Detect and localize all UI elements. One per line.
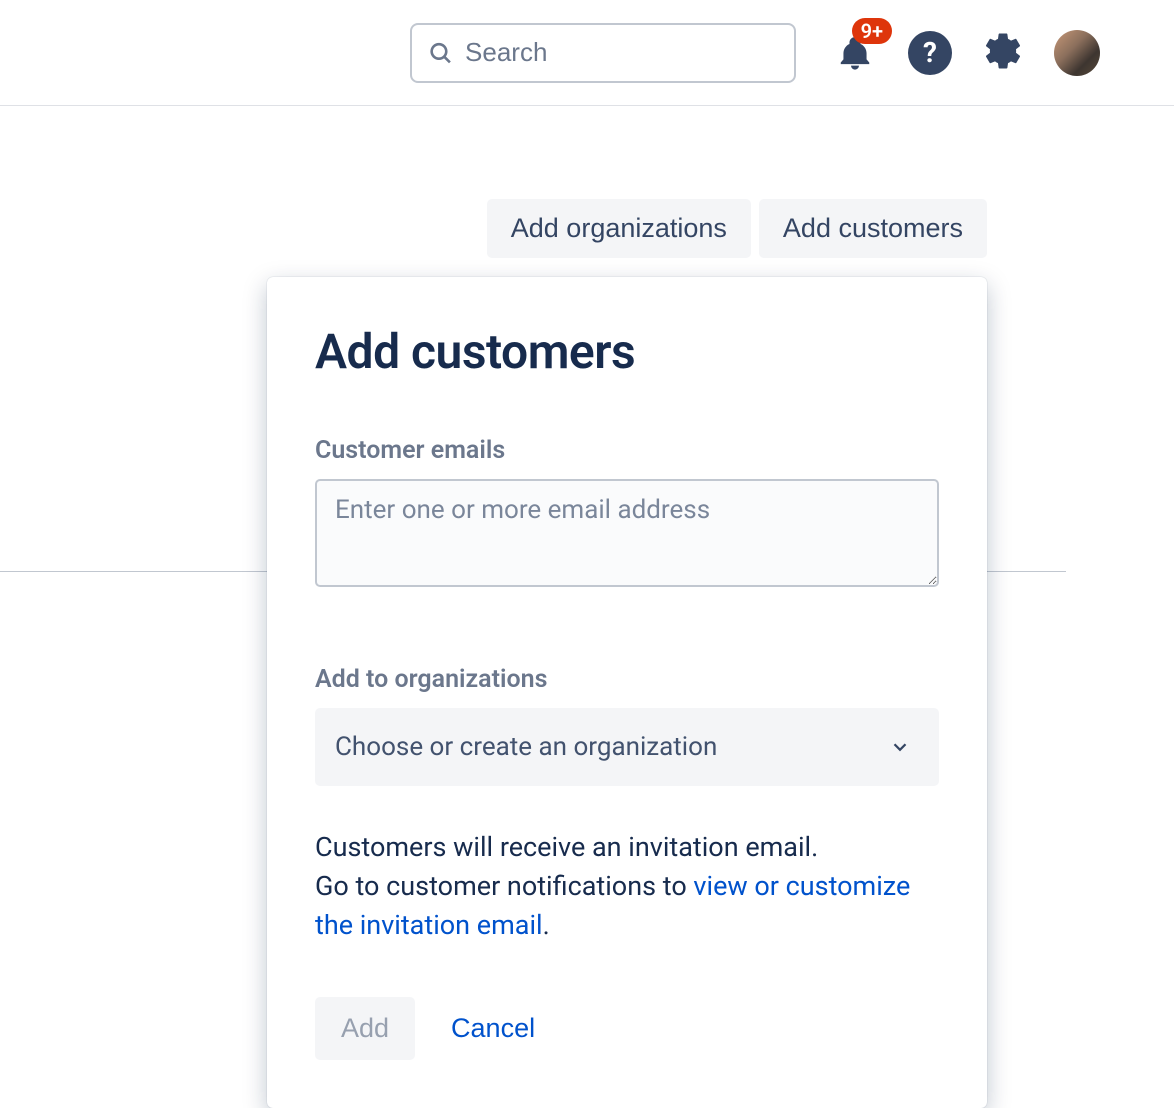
add-customers-button[interactable]: Add customers — [759, 199, 987, 258]
cancel-button[interactable]: Cancel — [451, 1013, 535, 1044]
question-mark-icon: ? — [923, 36, 937, 69]
info-text-suffix: . — [543, 909, 550, 941]
add-organizations-button[interactable]: Add organizations — [487, 199, 751, 258]
info-text-prefix: Go to customer notifications to — [315, 870, 693, 902]
action-button-row: Add organizations Add customers — [487, 199, 987, 258]
search-field-wrapper[interactable] — [410, 23, 796, 83]
info-text-line1: Customers will receive an invitation ema… — [315, 831, 818, 863]
notification-badge: 9+ — [852, 18, 892, 44]
notifications-button[interactable]: 9+ — [832, 30, 878, 76]
search-container — [410, 23, 796, 83]
info-text: Customers will receive an invitation ema… — [315, 828, 939, 945]
settings-button[interactable] — [982, 30, 1024, 76]
add-customers-dialog: Add customers Customer emails Add to org… — [267, 277, 987, 1108]
top-navigation-bar: 9+ ? — [0, 0, 1174, 106]
customer-emails-input[interactable] — [315, 479, 939, 587]
customer-emails-label: Customer emails — [315, 436, 939, 465]
add-button[interactable]: Add — [315, 997, 415, 1060]
dialog-footer: Add Cancel — [315, 997, 939, 1060]
organizations-label: Add to organizations — [315, 665, 939, 694]
customer-emails-field: Customer emails — [315, 436, 939, 591]
help-button[interactable]: ? — [908, 31, 952, 75]
organizations-select-placeholder: Choose or create an organization — [335, 732, 717, 762]
organizations-field: Add to organizations Choose or create an… — [315, 665, 939, 786]
chevron-down-icon — [889, 736, 911, 758]
search-input[interactable] — [465, 37, 778, 68]
avatar[interactable] — [1054, 30, 1100, 76]
gear-icon — [982, 30, 1024, 72]
dialog-title: Add customers — [315, 323, 939, 380]
nav-icon-group: 9+ ? — [832, 30, 1100, 76]
organizations-select[interactable]: Choose or create an organization — [315, 708, 939, 786]
search-icon — [428, 39, 453, 67]
